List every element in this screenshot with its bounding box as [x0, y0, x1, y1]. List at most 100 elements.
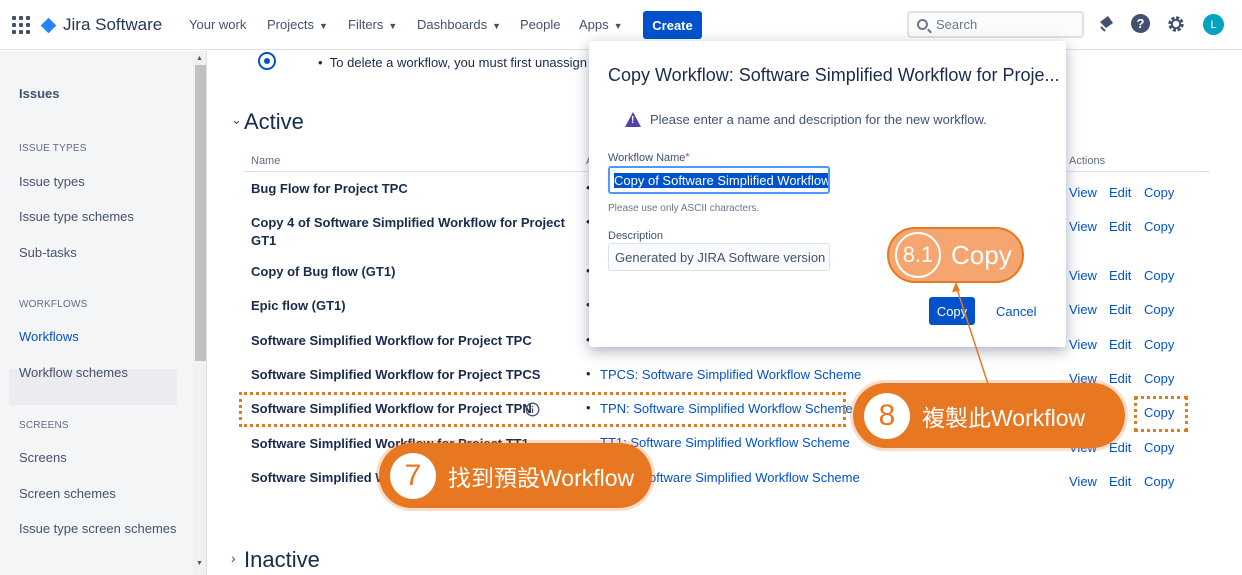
nav-apps[interactable]: Apps ▼ — [579, 17, 623, 32]
help-icon[interactable]: ? — [1131, 14, 1150, 33]
table-row-name: Copy 4 of Software Simplified Workflow f… — [251, 215, 565, 248]
sidebar-item-workflows[interactable]: Workflows — [19, 329, 79, 344]
copy-link[interactable]: Copy — [1144, 474, 1174, 489]
sidebar-head-screens: SCREENS — [19, 420, 69, 431]
nav-people[interactable]: People — [520, 17, 560, 32]
chevron-right-icon[interactable]: › — [231, 550, 236, 566]
table-row-name: Software Simplified W — [251, 470, 388, 485]
step-8-1-number: 8.1 — [895, 232, 941, 278]
view-link[interactable]: View — [1069, 337, 1097, 352]
edit-link[interactable]: Edit — [1109, 440, 1131, 455]
scheme-bullet: • — [586, 366, 591, 381]
search-icon — [917, 19, 928, 30]
copy-link[interactable]: Copy — [1144, 440, 1174, 455]
scheme-link[interactable]: oftware Simplified Workflow Scheme — [649, 470, 860, 485]
admin-sidebar: Issues ISSUE TYPES Issue types Issue typ… — [0, 51, 193, 575]
dialog-title: Copy Workflow: Software Simplified Workf… — [608, 65, 1060, 85]
edit-link[interactable]: Edit — [1109, 185, 1131, 200]
nav-dashboards[interactable]: Dashboards ▼ — [417, 17, 501, 32]
warning-icon — [625, 112, 641, 127]
table-row-name: Copy of Bug flow (GT1) — [251, 264, 396, 279]
workflow-name-value: Copy of Software Simplified Workflow — [614, 173, 830, 188]
chevron-down-icon: ▼ — [613, 21, 623, 31]
dialog-message: Please enter a name and description for … — [650, 112, 987, 127]
copy-link[interactable]: Copy — [1144, 185, 1174, 200]
required-marker: * — [685, 152, 690, 163]
product-name: Jira Software — [63, 15, 163, 34]
annotation-pointer-line — [952, 282, 989, 385]
sidebar-item-screen-schemes[interactable]: Screen schemes — [19, 486, 116, 501]
app-switcher-icon[interactable] — [12, 16, 30, 34]
sidebar-issues[interactable]: Issues — [19, 86, 59, 101]
jira-logo-icon — [40, 17, 57, 33]
sidebar-head-workflows: WORKFLOWS — [19, 299, 88, 310]
step-8-1-text: Copy — [951, 239, 1012, 270]
chevron-down-icon: ▼ — [388, 21, 398, 31]
description-label: Description — [608, 230, 664, 242]
table-row-name: Bug Flow for Project TPC — [251, 181, 408, 196]
scheme-link[interactable]: TPCS: Software Simplified Workflow Schem… — [600, 367, 861, 382]
sidebar-item-issue-types[interactable]: Issue types — [19, 174, 85, 189]
inactive-section-title: Inactive — [244, 547, 320, 572]
jira-logo[interactable]: Jira Software — [40, 14, 162, 36]
edit-link[interactable]: Edit — [1109, 302, 1131, 317]
step-7-text: 找到預設Workflow — [448, 464, 635, 491]
sidebar-item-issue-type-schemes[interactable]: Issue type schemes — [19, 209, 134, 224]
ascii-hint: Please use only ASCII characters. — [608, 203, 760, 214]
chevron-down-icon: ▼ — [492, 21, 502, 31]
workflow-name-field[interactable]: Copy of Software Simplified Workflow — [608, 166, 830, 194]
step-8-1-bubble: 8.1 Copy — [887, 227, 1024, 283]
view-link[interactable]: View — [1069, 219, 1097, 234]
highlight-tpn-row — [239, 392, 846, 427]
step-7-bubble: 7 找到預設Workflow — [379, 443, 652, 508]
notifications-icon[interactable] — [1096, 14, 1116, 34]
edit-link[interactable]: Edit — [1109, 219, 1131, 234]
column-header-name: Name — [251, 155, 281, 167]
scrollbar-thumb[interactable] — [195, 65, 206, 361]
edit-link[interactable]: Edit — [1109, 268, 1131, 283]
scroll-up-arrow-icon[interactable]: ▲ — [196, 55, 203, 62]
chevron-down-icon[interactable]: ⌄ — [231, 112, 242, 128]
info-icon — [258, 52, 276, 70]
edit-link[interactable]: Edit — [1109, 337, 1131, 352]
search-input[interactable]: Search — [907, 11, 1084, 38]
active-section-title: Active — [244, 109, 304, 134]
highlight-copy-link — [1134, 396, 1188, 432]
nav-projects[interactable]: Projects ▼ — [267, 17, 328, 32]
view-link[interactable]: View — [1069, 268, 1097, 283]
view-link[interactable]: View — [1069, 302, 1097, 317]
step-8-bubble: 8 複製此Workflow — [853, 383, 1125, 448]
edit-link[interactable]: Edit — [1109, 474, 1131, 489]
view-link[interactable]: View — [1069, 185, 1097, 200]
copy-link[interactable]: Copy — [1144, 268, 1174, 283]
copy-link[interactable]: Copy — [1144, 371, 1174, 386]
copy-link[interactable]: Copy — [1144, 219, 1174, 234]
search-placeholder: Search — [936, 17, 978, 32]
column-header-actions: Actions — [1069, 155, 1106, 167]
nav-your-work[interactable]: Your work — [189, 17, 246, 32]
chevron-down-icon: ▼ — [318, 21, 328, 31]
step-7-number: 7 — [390, 452, 436, 499]
scroll-down-arrow-icon[interactable]: ▼ — [196, 560, 203, 567]
table-row-name: Software Simplified Workflow for Project… — [251, 333, 532, 348]
description-value: Generated by JIRA Software version 10 — [615, 250, 830, 265]
copy-link[interactable]: Copy — [1144, 302, 1174, 317]
sidebar-item-sub-tasks[interactable]: Sub-tasks — [19, 245, 77, 260]
step-8-number: 8 — [864, 392, 910, 439]
description-field[interactable]: Generated by JIRA Software version 10 — [608, 243, 830, 271]
table-row-name: Software Simplified Workflow for Project… — [251, 367, 541, 382]
sidebar-head-issue-types: ISSUE TYPES — [19, 143, 87, 154]
table-row-name: Epic flow (GT1) — [251, 298, 346, 313]
create-button[interactable]: Create — [643, 11, 702, 39]
workflow-name-label: Workflow Name* — [608, 152, 690, 164]
nav-filters[interactable]: Filters ▼ — [348, 17, 397, 32]
copy-link[interactable]: Copy — [1144, 337, 1174, 352]
view-link[interactable]: View — [1069, 474, 1097, 489]
user-avatar[interactable]: L — [1203, 14, 1224, 35]
sidebar-item-workflow-schemes[interactable]: Workflow schemes — [19, 365, 128, 380]
settings-gear-icon[interactable] — [1166, 14, 1186, 34]
sidebar-item-screens[interactable]: Screens — [19, 450, 67, 465]
sidebar-item-issue-type-screen-schemes[interactable]: Issue type screen schemes — [19, 521, 177, 536]
sidebar-scrollbar[interactable]: ▲ ▼ — [193, 51, 207, 575]
edit-link[interactable]: Edit — [1109, 371, 1131, 386]
